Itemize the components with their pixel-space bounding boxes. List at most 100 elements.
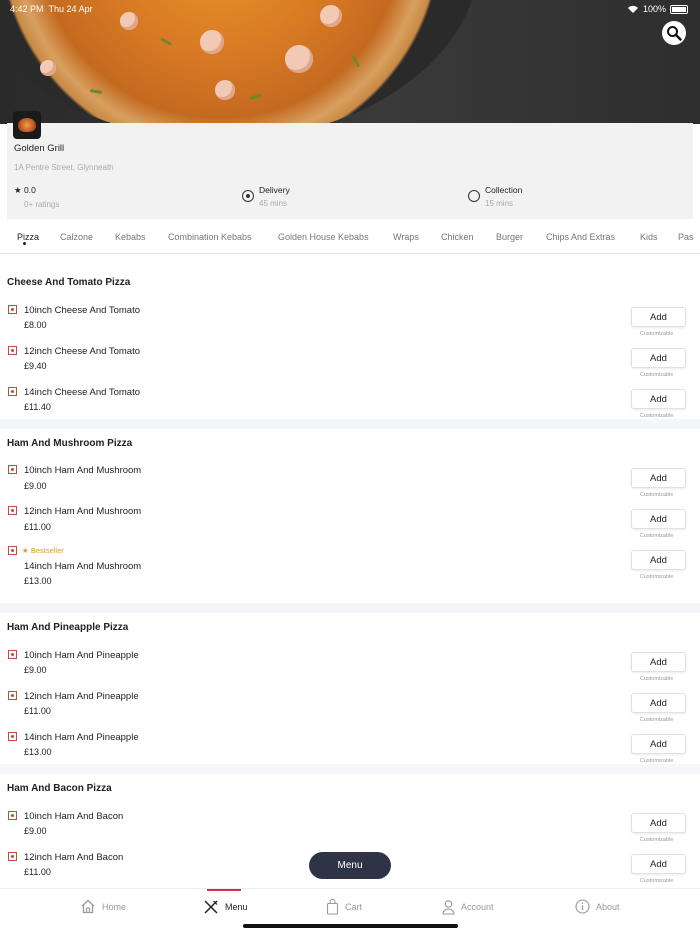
user-icon — [442, 900, 455, 915]
tab-chips-and-extras[interactable]: Chips And Extras — [546, 232, 615, 242]
item-name: 14inch Ham And Pineapple — [24, 732, 139, 743]
section-title: Ham And Bacon Pizza — [7, 783, 112, 794]
restaurant-name: Golden Grill — [14, 143, 65, 154]
item-price: £9.40 — [24, 361, 47, 371]
shrimp-topping — [215, 80, 235, 100]
collection-label: Collection — [485, 185, 523, 195]
item-price: £11.00 — [24, 867, 51, 877]
section-title: Cheese And Tomato Pizza — [7, 277, 131, 288]
veg-icon — [8, 465, 17, 474]
rating-value: 0.0 — [24, 185, 36, 195]
tab-chicken[interactable]: Chicken — [441, 232, 474, 242]
item-name: 10inch Ham And Mushroom — [24, 465, 142, 476]
active-tab-indicator — [23, 242, 26, 245]
customizable-label: Customizable — [640, 372, 674, 378]
item-name: 12inch Ham And Mushroom — [24, 506, 142, 517]
tab-calzone[interactable]: Calzone — [60, 232, 93, 242]
tab-wraps[interactable]: Wraps — [393, 232, 419, 242]
battery-percent: 100% — [642, 4, 666, 14]
restaurant-info-card: Golden Grill 1A Pentre Street, Glynneath… — [7, 111, 693, 219]
customizable-label: Customizable — [640, 574, 674, 580]
customizable-label: Customizable — [640, 676, 674, 682]
shrimp-topping — [200, 30, 224, 54]
menu-fab-button[interactable]: Menu — [309, 852, 391, 879]
veg-icon — [8, 387, 17, 396]
tab-kids[interactable]: Kids — [640, 232, 658, 242]
customizable-label: Customizable — [640, 717, 674, 723]
collection-time: 15 mins — [485, 199, 514, 208]
item-price: £9.00 — [24, 826, 47, 836]
customizable-label: Customizable — [640, 837, 674, 843]
delivery-label: Delivery — [259, 185, 290, 195]
status-time-value: 4:42 PM — [10, 4, 44, 14]
tab-pizza[interactable]: Pizza — [17, 232, 39, 242]
nav-cart[interactable]: Cart — [326, 899, 362, 915]
delivery-option[interactable]: Delivery 45 mins — [259, 185, 290, 208]
veg-icon — [8, 346, 17, 355]
veg-icon — [8, 811, 17, 820]
star-icon: ★ — [14, 185, 22, 195]
active-nav-indicator — [207, 889, 241, 891]
tab-kebabs[interactable]: Kebabs — [115, 232, 146, 242]
nav-home[interactable]: Home — [80, 899, 126, 914]
nav-menu[interactable]: Menu — [203, 899, 248, 915]
bestseller-label: Bestseller — [30, 546, 64, 555]
customizable-label: Customizable — [640, 492, 674, 498]
section-divider — [0, 603, 700, 613]
add-button[interactable]: Add — [631, 652, 686, 672]
section-title: Ham And Pineapple Pizza — [7, 622, 129, 633]
search-button[interactable] — [662, 21, 686, 45]
nav-about-label: About — [596, 901, 620, 912]
add-button[interactable]: Add — [631, 307, 686, 327]
customizable-label: Customizable — [640, 331, 674, 337]
add-button[interactable]: Add — [631, 468, 686, 488]
tab-pasta[interactable]: Pas — [678, 232, 694, 242]
add-button[interactable]: Add — [631, 693, 686, 713]
status-date: Thu 24 Apr — [48, 4, 93, 14]
add-button[interactable]: Add — [631, 550, 686, 570]
restaurant-address: 1A Pentre Street, Glynneath — [14, 163, 114, 172]
nav-menu-label: Menu — [225, 902, 248, 912]
bestseller-star-icon: ★ — [22, 546, 29, 555]
status-right: 100% — [627, 4, 688, 14]
customizable-label: Customizable — [640, 533, 674, 539]
veg-icon — [8, 506, 17, 515]
add-button[interactable]: Add — [631, 509, 686, 529]
fork-knife-icon — [204, 900, 218, 914]
collection-radio[interactable] — [468, 190, 480, 202]
status-bar: 4:42 PM Thu 24 Apr 100% — [0, 0, 700, 18]
item-name: 10inch Ham And Pineapple — [24, 650, 139, 661]
item-name: 10inch Cheese And Tomato — [24, 305, 141, 316]
collection-option[interactable]: Collection 15 mins — [485, 185, 522, 208]
search-icon — [667, 26, 682, 41]
delivery-time: 45 mins — [259, 199, 288, 208]
tab-golden-house-kebabs[interactable]: Golden House Kebabs — [278, 232, 369, 242]
add-button[interactable]: Add — [631, 348, 686, 368]
delivery-radio[interactable] — [242, 190, 254, 202]
veg-icon — [8, 650, 17, 659]
category-tabs: Pizza Calzone Kebabs Combination Kebabs … — [0, 226, 700, 254]
add-button[interactable]: Add — [631, 734, 686, 754]
nav-about[interactable]: About — [575, 899, 620, 914]
add-button[interactable]: Add — [631, 389, 686, 409]
item-name: 10inch Ham And Bacon — [24, 811, 124, 822]
nav-home-label: Home — [102, 901, 127, 912]
nav-account[interactable]: Account — [442, 899, 494, 915]
bestseller-badge: ★ Bestseller — [22, 546, 64, 555]
hero-banner: 4:42 PM Thu 24 Apr 100% — [0, 0, 700, 124]
section-divider — [0, 764, 700, 774]
shrimp-topping — [285, 45, 313, 73]
item-price: £9.00 — [24, 665, 47, 675]
item-name: 12inch Ham And Bacon — [24, 852, 124, 863]
status-time: 4:42 PM Thu 24 Apr — [10, 4, 93, 14]
veg-icon — [8, 305, 17, 314]
tab-burger[interactable]: Burger — [496, 232, 523, 242]
home-icon — [81, 899, 95, 914]
section-divider — [0, 419, 700, 429]
nav-account-label: Account — [461, 902, 494, 912]
item-price: £11.00 — [24, 522, 51, 532]
add-button[interactable]: Add — [631, 813, 686, 833]
add-button[interactable]: Add — [631, 854, 686, 874]
item-price: £13.00 — [24, 747, 52, 757]
tab-combination-kebabs[interactable]: Combination Kebabs — [168, 232, 252, 242]
